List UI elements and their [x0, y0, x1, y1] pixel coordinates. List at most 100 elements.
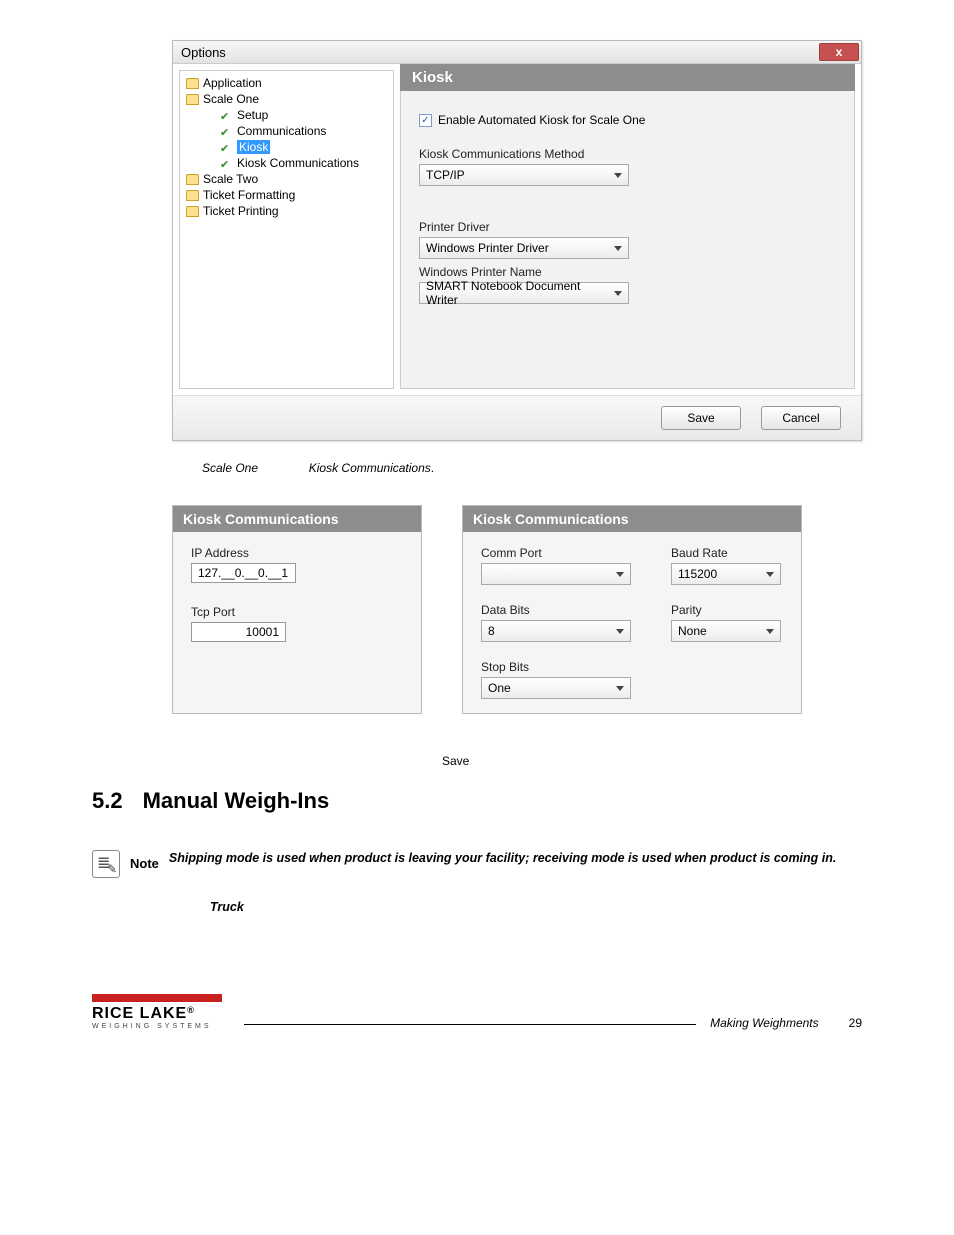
tcpip-panel-title: Kiosk Communications — [173, 506, 421, 532]
logo-sub: WEIGHING SYSTEMS — [92, 1023, 222, 1030]
dropdown-value: 8 — [488, 624, 495, 638]
chevron-down-icon — [614, 291, 622, 296]
dropdown-value: Windows Printer Driver — [426, 241, 549, 255]
kiosk-method-dropdown[interactable]: TCP/IP — [419, 164, 629, 186]
folder-icon — [186, 206, 199, 217]
options-tree[interactable]: Application Scale One Setup Communicatio… — [179, 70, 394, 389]
tree-label-selected: Kiosk — [237, 140, 270, 154]
panel-title: Kiosk — [400, 64, 855, 91]
tree-item-kiosk[interactable]: Kiosk — [186, 139, 389, 155]
dropdown-value: One — [488, 681, 511, 695]
footer-section-name: Making Weighments — [710, 1016, 819, 1030]
chevron-down-icon — [616, 629, 624, 634]
close-icon: x — [836, 45, 843, 59]
logo-bar — [92, 994, 222, 1002]
stop-bits-dropdown[interactable]: One — [481, 677, 631, 699]
logo: RICE LAKE® WEIGHING SYSTEMS — [92, 994, 222, 1030]
tree-item-communications[interactable]: Communications — [186, 123, 389, 139]
button-label: Save — [687, 411, 714, 425]
close-button[interactable]: x — [819, 43, 859, 61]
caption-kiosk-comm: Kiosk Communications — [309, 461, 431, 475]
footer-right: Making Weighments 29 — [710, 1016, 862, 1030]
parity-label: Parity — [671, 603, 783, 617]
footer-page-number: 29 — [849, 1016, 862, 1030]
tree-item-setup[interactable]: Setup — [186, 107, 389, 123]
save-button[interactable]: Save — [661, 406, 741, 430]
baud-rate-label: Baud Rate — [671, 546, 783, 560]
tree-label: Communications — [237, 124, 326, 138]
tree-item-scale-one[interactable]: Scale One — [186, 91, 389, 107]
note-icon — [92, 850, 120, 878]
footer-rule — [244, 1024, 696, 1025]
dropdown-value: 115200 — [678, 567, 717, 581]
tree-label: Scale One — [203, 92, 259, 106]
tree-item-kiosk-comm[interactable]: Kiosk Communications — [186, 155, 389, 171]
printer-name-dropdown[interactable]: SMART Notebook Document Writer — [419, 282, 629, 304]
tree-item-ticket-formatting[interactable]: Ticket Formatting — [186, 187, 389, 203]
printer-driver-dropdown[interactable]: Windows Printer Driver — [419, 237, 629, 259]
dropdown-value: TCP/IP — [426, 168, 465, 182]
data-bits-dropdown[interactable]: 8 — [481, 620, 631, 642]
comm-port-label: Comm Port — [481, 546, 631, 560]
stop-bits-label: Stop Bits — [481, 660, 631, 674]
enable-kiosk-checkbox[interactable]: ✓ — [419, 114, 432, 127]
button-label: Cancel — [782, 411, 819, 425]
tcp-port-label: Tcp Port — [191, 605, 403, 619]
section-number: 5.2 — [92, 788, 123, 814]
kiosk-method-label: Kiosk Communications Method — [419, 147, 836, 161]
tree-label: Ticket Printing — [203, 204, 279, 218]
check-icon — [220, 109, 233, 122]
chevron-down-icon — [616, 686, 624, 691]
ip-address-label: IP Address — [191, 546, 403, 560]
dropdown-value: SMART Notebook Document Writer — [426, 279, 614, 307]
ip-address-input[interactable]: 127.__0.__0.__1 — [191, 563, 296, 583]
tree-label: Kiosk Communications — [237, 156, 359, 170]
truck-text: Truck — [210, 900, 862, 914]
enable-kiosk-label: Enable Automated Kiosk for Scale One — [438, 113, 645, 127]
tree-label: Application — [203, 76, 262, 90]
tree-label: Scale Two — [203, 172, 258, 186]
cancel-button[interactable]: Cancel — [761, 406, 841, 430]
input-value: 10001 — [246, 625, 279, 639]
parity-dropdown[interactable]: None — [671, 620, 781, 642]
tree-item-scale-two[interactable]: Scale Two — [186, 171, 389, 187]
check-icon — [220, 157, 233, 170]
chevron-down-icon — [766, 572, 774, 577]
chevron-down-icon — [614, 173, 622, 178]
note-label: Note — [130, 856, 159, 871]
save-text: Save — [442, 754, 862, 768]
printer-driver-label: Printer Driver — [419, 220, 836, 234]
serial-panel-title: Kiosk Communications — [463, 506, 801, 532]
chevron-down-icon — [616, 572, 624, 577]
check-icon — [220, 141, 233, 154]
folder-icon — [186, 174, 199, 185]
section-title: Manual Weigh-Ins — [143, 788, 330, 814]
caption-period: . — [431, 461, 434, 475]
tree-label: Ticket Formatting — [203, 188, 295, 202]
folder-icon — [186, 78, 199, 89]
check-icon — [220, 125, 233, 138]
tree-item-application[interactable]: Application — [186, 75, 389, 91]
tree-label: Setup — [237, 108, 268, 122]
caption-scale-one: Scale One — [202, 461, 258, 475]
options-dialog: Options x Application Scale One — [172, 40, 862, 441]
folder-icon — [186, 190, 199, 201]
dropdown-value: None — [678, 624, 707, 638]
input-value: 127.__0.__0.__1 — [198, 566, 288, 580]
data-bits-label: Data Bits — [481, 603, 631, 617]
printer-name-label: Windows Printer Name — [419, 265, 836, 279]
tcpip-panel: Kiosk Communications IP Address 127.__0.… — [172, 505, 422, 714]
chevron-down-icon — [766, 629, 774, 634]
logo-main: RICE LAKE® — [92, 1005, 222, 1023]
dialog-titlebar: Options x — [173, 41, 861, 64]
comm-port-dropdown[interactable] — [481, 563, 631, 585]
serial-panel: Kiosk Communications Comm Port Baud Rate… — [462, 505, 802, 714]
note-text: Shipping mode is used when product is le… — [169, 850, 836, 867]
baud-rate-dropdown[interactable]: 115200 — [671, 563, 781, 585]
section-heading: 5.2 Manual Weigh-Ins — [92, 788, 862, 814]
tree-item-ticket-printing[interactable]: Ticket Printing — [186, 203, 389, 219]
tcp-port-input[interactable]: 10001 — [191, 622, 286, 642]
caption-line: Scale One Kiosk Communications. — [202, 461, 862, 475]
folder-icon — [186, 94, 199, 105]
dialog-title: Options — [181, 45, 226, 60]
